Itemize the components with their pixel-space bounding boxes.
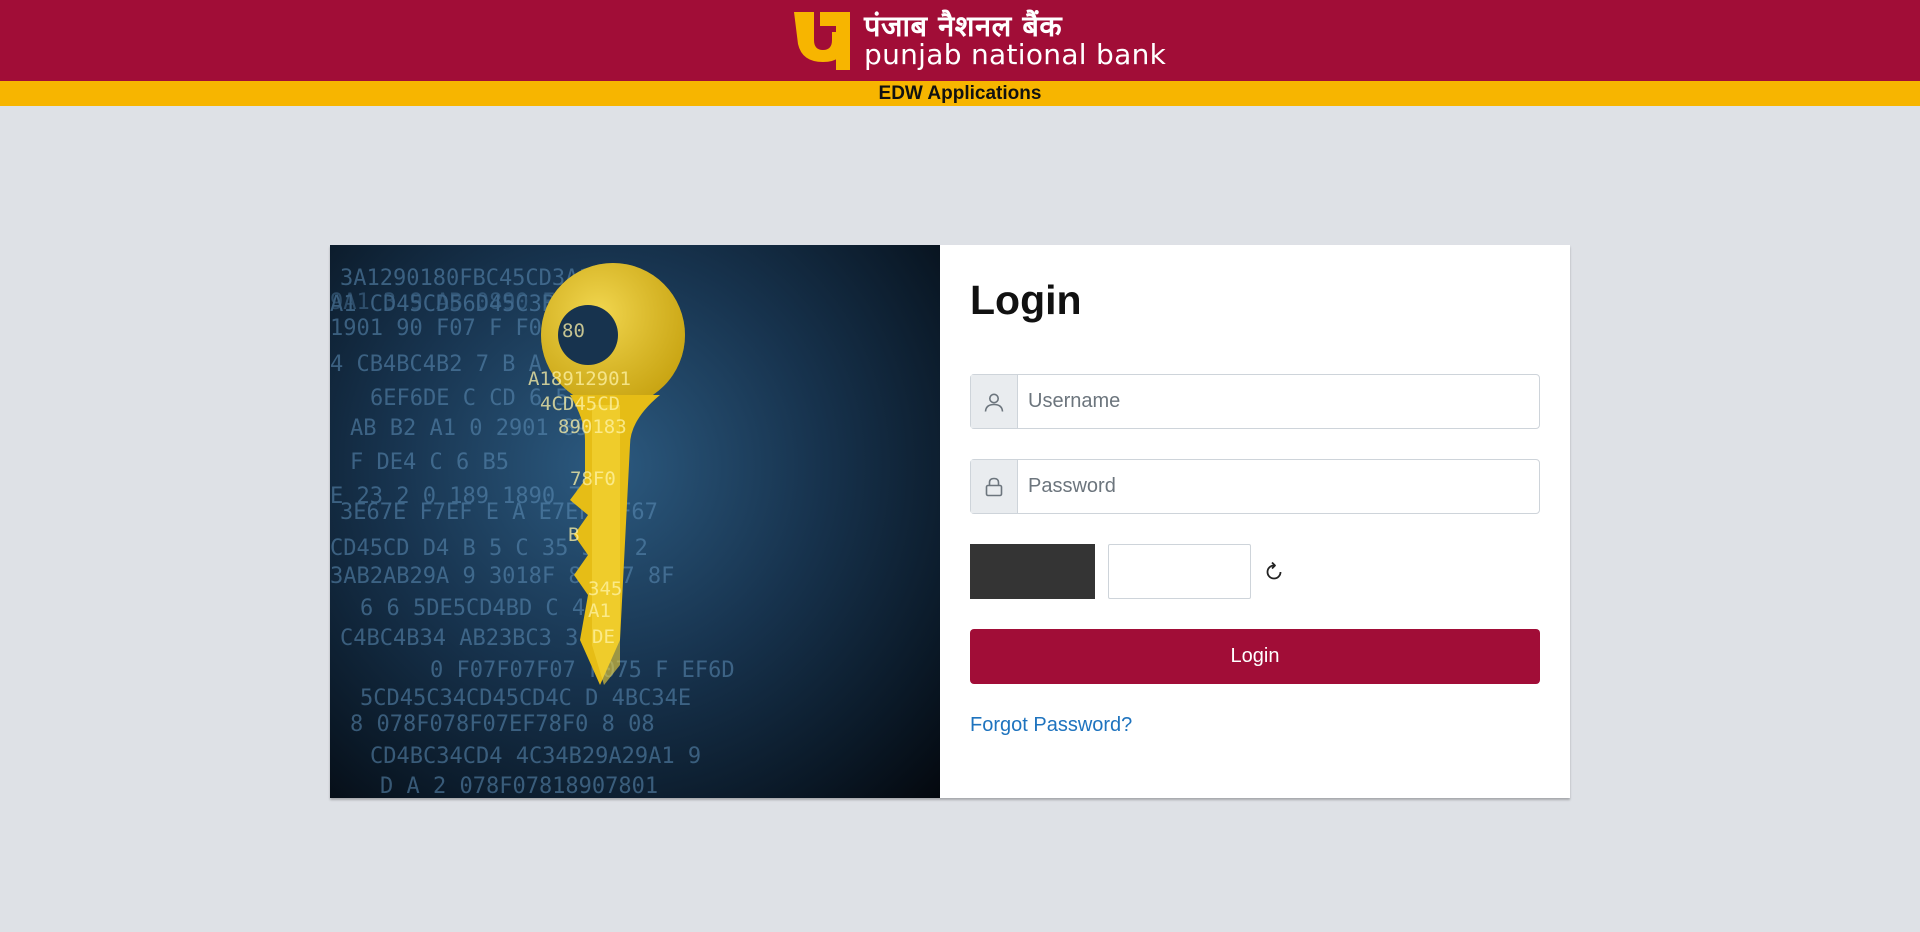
- header-bar: पंजाब नैशनल बैंक punjab national bank: [0, 0, 1920, 81]
- login-title: Login: [970, 277, 1082, 323]
- svg-text:78F0: 78F0: [570, 468, 616, 490]
- svg-text:F DE4 C 6 B5: F DE4 C 6 B5: [350, 450, 509, 475]
- application-title: EDW Applications: [878, 83, 1042, 104]
- hero-image: 3A1290180FBC45CD3A1 A1 CD45CD56D45C3BC34…: [330, 245, 940, 798]
- svg-text:8 078F078F07EF78F0 8 08: 8 078F078F07EF78F0 8 08: [350, 712, 655, 737]
- svg-text:A18912901: A18912901: [528, 368, 631, 390]
- login-card: 3A1290180FBC45CD3A1 A1 CD45CD56D45C3BC34…: [330, 245, 1570, 798]
- svg-text:DE: DE: [592, 626, 615, 648]
- application-title-bar: EDW Applications: [0, 81, 1920, 106]
- svg-text:B: B: [568, 524, 579, 546]
- login-button[interactable]: Login: [970, 629, 1540, 684]
- svg-text:3A1290180FBC45CD3A1: 3A1290180FBC45CD3A1: [340, 266, 592, 291]
- svg-text:345: 345: [588, 578, 622, 600]
- brand-name-english: punjab national bank: [864, 38, 1167, 71]
- lock-icon: [971, 460, 1018, 513]
- login-form: Login Username Login Forgot Password?: [970, 245, 1540, 798]
- svg-text:AB B2 A1 0 2901 89: AB B2 A1 0 2901 89: [350, 416, 588, 441]
- svg-text:0 F07F07F07 F075 F EF6D: 0 F07F07F07 F075 F EF6D: [430, 658, 735, 683]
- svg-text:A1: A1: [588, 600, 611, 622]
- svg-text:4CD45CD: 4CD45CD: [540, 393, 620, 415]
- refresh-icon[interactable]: [1260, 558, 1288, 586]
- svg-text:6 6 5DE5CD4BD C 4: 6 6 5DE5CD4BD C 4: [360, 596, 585, 621]
- svg-text:C4BC4B34 AB23BC3 3 AB: C4BC4B34 AB23BC3 3 AB: [340, 626, 618, 651]
- key-icon: 3A1290180FBC45CD3A1 A1 CD45CD56D45C3BC34…: [330, 263, 735, 798]
- svg-text:890183: 890183: [558, 416, 627, 438]
- password-group: [970, 459, 1540, 514]
- username-input[interactable]: [1018, 375, 1536, 428]
- svg-text:CD4BC34CD4 4C34B29A29A1 9: CD4BC34CD4 4C34B29A29A1 9: [370, 744, 701, 769]
- username-group: [970, 374, 1540, 429]
- pnb-logo-mark-icon: [794, 12, 850, 70]
- pnb-logo: पंजाब नैशनल बैंक punjab national bank: [790, 8, 1166, 72]
- user-icon: [971, 375, 1018, 428]
- forgot-password-link[interactable]: Forgot Password?: [970, 714, 1132, 737]
- captcha-input[interactable]: [1108, 544, 1251, 599]
- svg-text:5CD45C34CD45CD4C D 4BC34E: 5CD45C34CD45CD4C D 4BC34E: [360, 686, 691, 711]
- password-input[interactable]: [1018, 460, 1536, 513]
- svg-text:80: 80: [562, 320, 585, 342]
- svg-text:D A 2 078F07818907801: D A 2 078F07818907801: [380, 774, 658, 798]
- captcha-image: [970, 544, 1095, 599]
